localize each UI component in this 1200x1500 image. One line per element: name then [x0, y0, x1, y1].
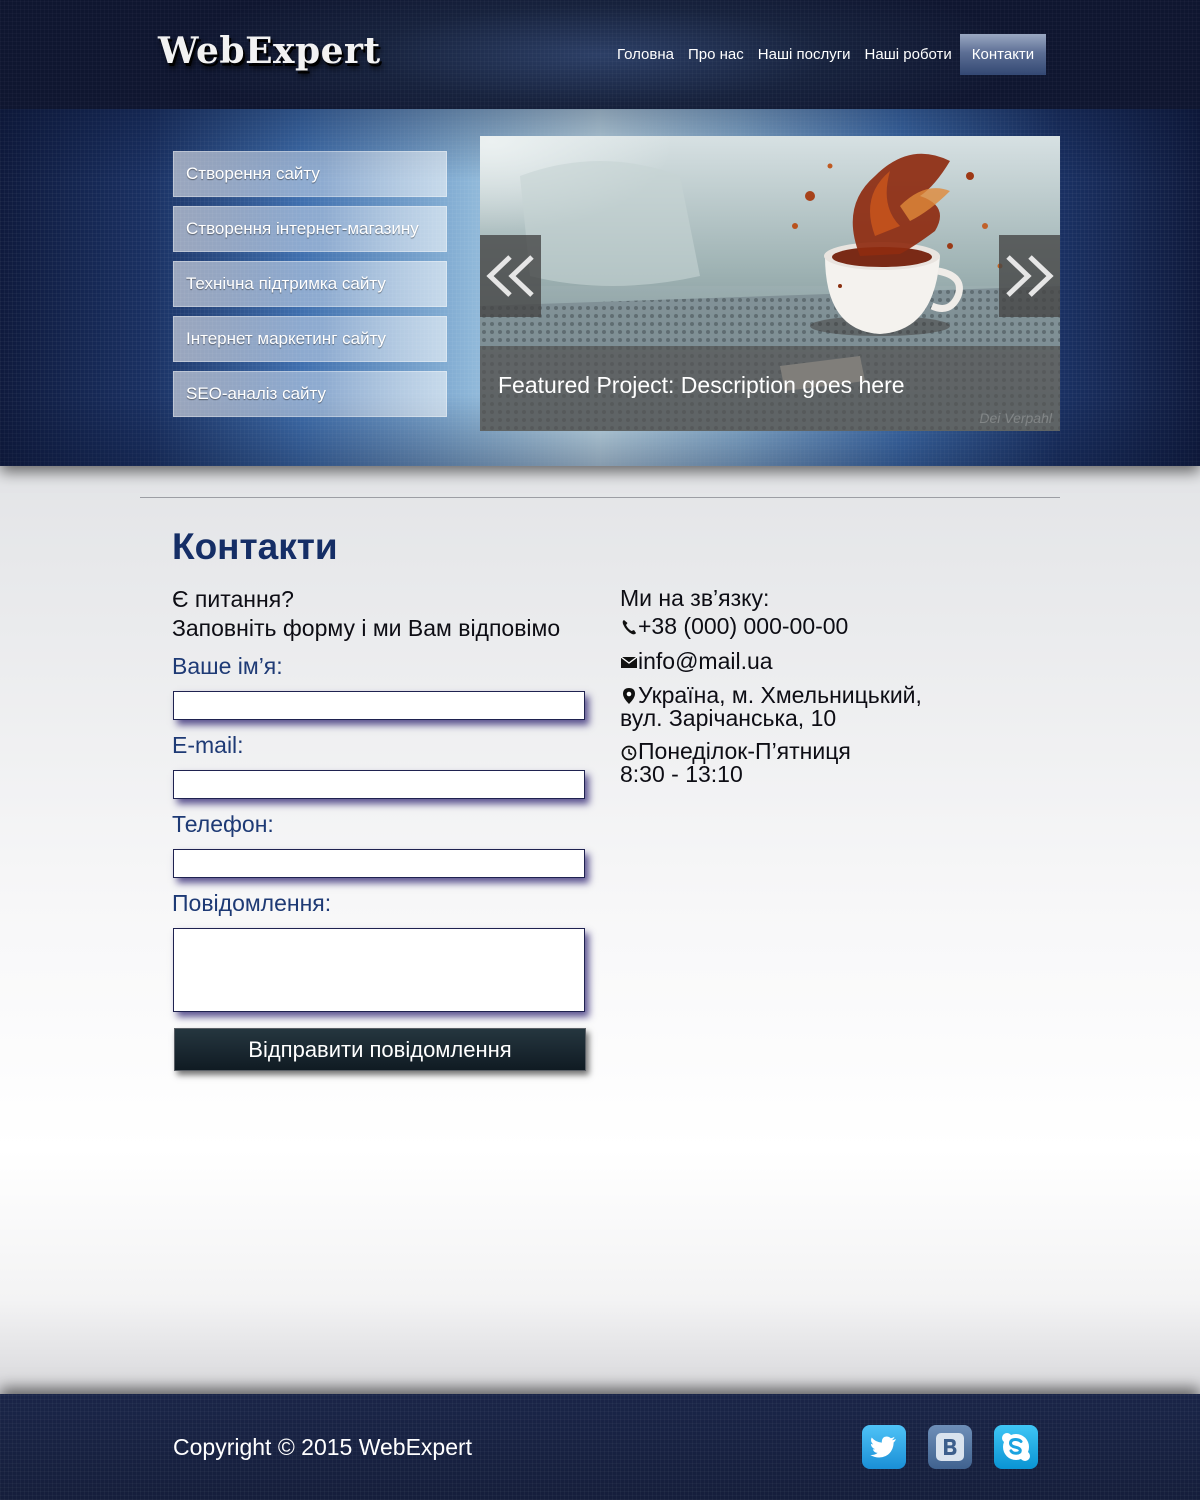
service-item-marketing[interactable]: Інтернет маркетинг сайту: [173, 316, 447, 362]
service-item-ecommerce[interactable]: Створення інтернет-магазину: [173, 206, 447, 252]
main-nav: Головна Про нас Наші послуги Наші роботи…: [610, 34, 1047, 75]
nav-item-about[interactable]: Про нас: [681, 34, 751, 75]
slide-watermark: Dei Verpahl: [979, 410, 1052, 426]
contact-address-line2: вул. Зарічанська, 10: [620, 705, 837, 731]
contact-email[interactable]: info@mail.ua: [620, 650, 773, 673]
service-item-seo[interactable]: SEO-аналіз сайту: [173, 371, 447, 417]
featured-slider[interactable]: Featured Project: Description goes here …: [480, 136, 1060, 431]
clock-icon: [621, 745, 637, 761]
phone-input[interactable]: [173, 849, 585, 878]
services-menu: Створення сайту Створення інтернет-магаз…: [173, 151, 447, 426]
contact-hours-line2: 8:30 - 13:10: [620, 761, 743, 787]
map-pin-icon: [623, 688, 635, 704]
submit-button[interactable]: Відправити повідомлення: [174, 1028, 586, 1071]
copyright-text: Copyright © 2015 WebExpert: [173, 1434, 473, 1460]
contact-email-text: info@mail.ua: [638, 648, 773, 674]
nav-item-contacts[interactable]: Контакти: [959, 34, 1047, 75]
name-label: Ваше ім’я:: [172, 653, 283, 679]
contact-info: Ми на зв’язку: +38 (000) 000-00-00 info@…: [620, 585, 1040, 786]
intro-text: Є питання? Заповніть форму і ми Вам відп…: [172, 585, 560, 643]
slider-next-button[interactable]: [999, 235, 1060, 317]
page-title: Контакти: [172, 526, 338, 567]
contact-address: Україна, м. Хмельницький, вул. Зарічансь…: [620, 684, 922, 730]
slide-caption: Featured Project: Description goes here: [498, 372, 905, 398]
header: WebExpert Головна Про нас Наші послуги Н…: [0, 0, 1200, 466]
nav-item-works[interactable]: Наші роботи: [858, 34, 959, 75]
phone-icon: [622, 620, 636, 635]
intro-line-instruction: Заповніть форму і ми Вам відповімо: [172, 615, 561, 641]
contact-phone-text: +38 (000) 000-00-00: [638, 613, 849, 639]
twitter-link[interactable]: [862, 1425, 906, 1469]
contact-phone: +38 (000) 000-00-00: [620, 615, 848, 638]
envelope-icon: [620, 656, 638, 668]
skype-icon: [994, 1425, 1038, 1469]
message-label: Повідомлення:: [172, 890, 332, 916]
contact-heading: Ми на зв’язку:: [620, 585, 770, 611]
name-input[interactable]: [173, 691, 585, 720]
twitter-icon: [862, 1425, 906, 1469]
nav-item-services[interactable]: Наші послуги: [751, 34, 858, 75]
vk-icon: [928, 1425, 972, 1469]
logo[interactable]: WebExpert: [158, 30, 381, 72]
message-textarea[interactable]: [173, 928, 585, 1012]
chevron-left-double-icon: [486, 255, 534, 297]
email-input[interactable]: [173, 770, 585, 799]
nav-item-home[interactable]: Головна: [610, 34, 681, 75]
chevron-right-double-icon: [1006, 255, 1054, 297]
vk-link[interactable]: [928, 1425, 972, 1469]
phone-label: Телефон:: [172, 811, 274, 837]
skype-link[interactable]: [994, 1425, 1038, 1469]
top-bar: WebExpert Головна Про нас Наші послуги Н…: [0, 0, 1200, 109]
service-item-support[interactable]: Технічна підтримка сайту: [173, 261, 447, 307]
email-label: E-mail:: [172, 732, 244, 758]
contact-hours: Понеділок-П’ятниця 8:30 - 13:10: [620, 740, 851, 786]
service-item-website[interactable]: Створення сайту: [173, 151, 447, 197]
slider-prev-button[interactable]: [480, 235, 541, 317]
intro-line-question: Є питання?: [172, 586, 294, 612]
footer: Copyright © 2015 WebExpert: [0, 1394, 1200, 1500]
content-divider: [140, 497, 1060, 498]
